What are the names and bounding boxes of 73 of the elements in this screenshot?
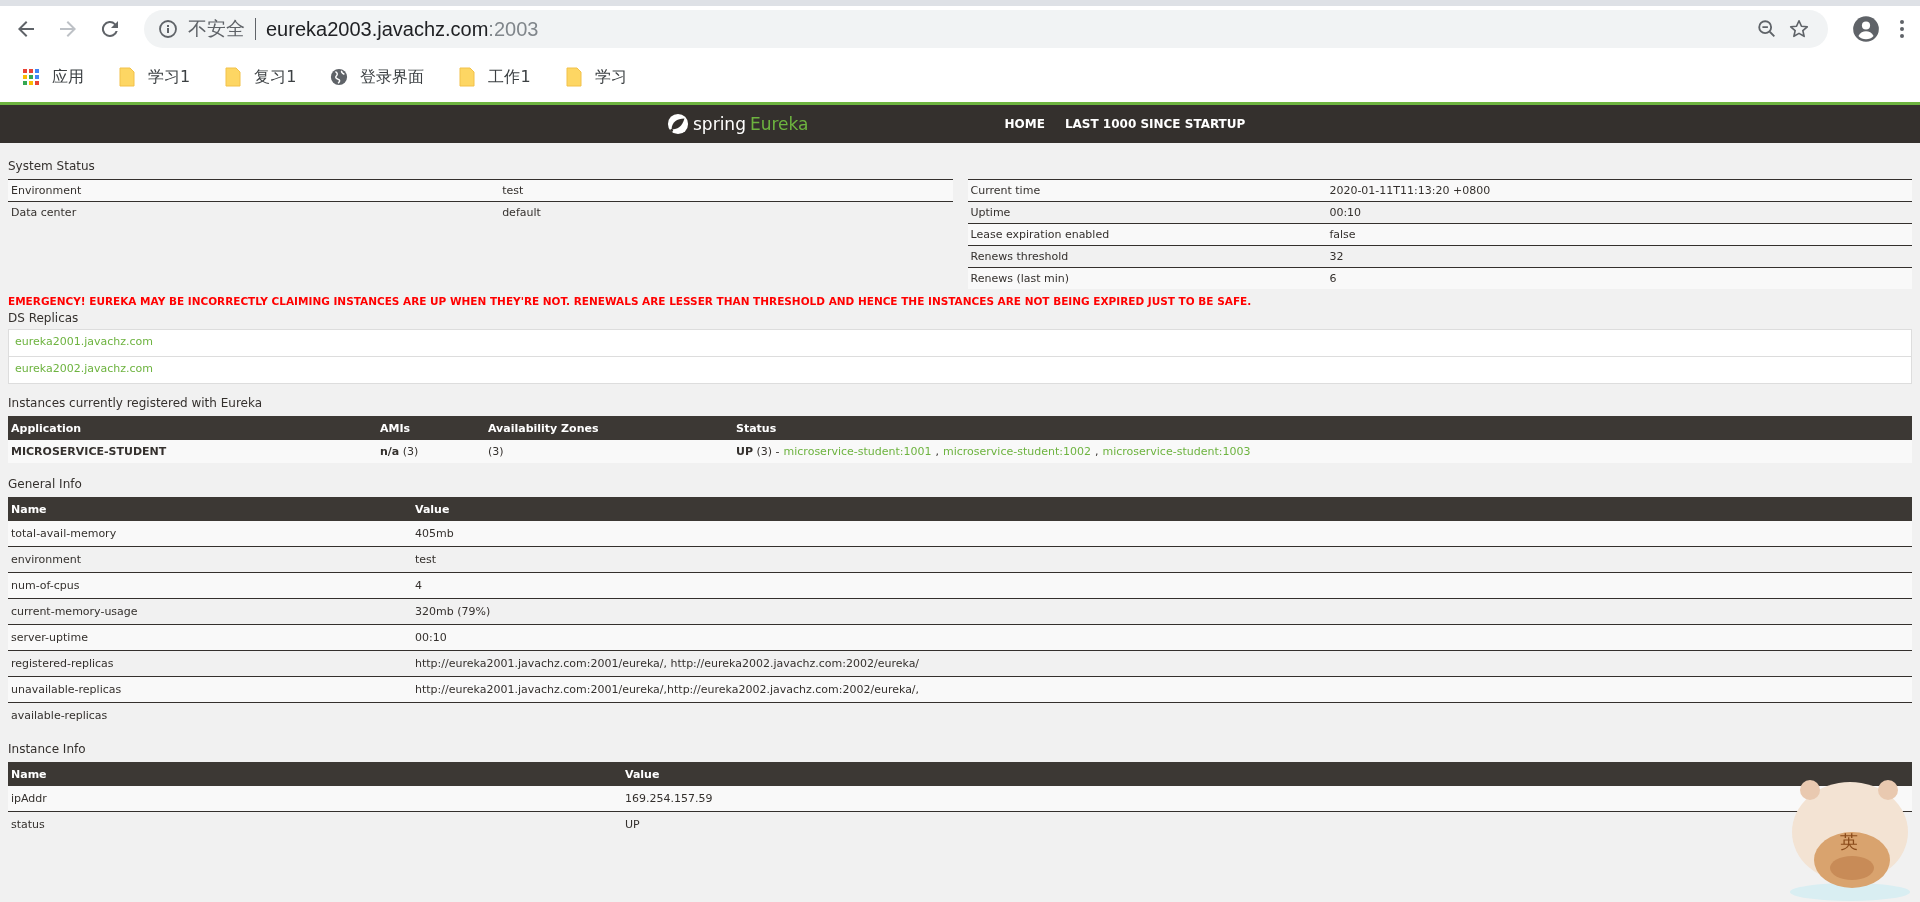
bookmark[interactable]: 复习1: [224, 66, 297, 88]
section-title: Instances currently registered with Eureka: [8, 395, 264, 410]
table-cell: current-memory-usage: [8, 598, 412, 625]
address-bar[interactable]: 不安全 eureka2003.javachz.com:2003: [144, 10, 1828, 48]
table-cell: 2020-01-11T11:13:20 +0800: [1326, 179, 1912, 202]
apps-grid-icon: [22, 67, 40, 87]
zoom-out-icon[interactable]: [1756, 18, 1778, 40]
nav-link[interactable]: LAST 1000 SINCE STARTUP: [1064, 117, 1246, 131]
section-title: Instance Info: [8, 741, 87, 756]
table-cell: num-of-cpus: [8, 572, 412, 599]
table-cell: total-avail-memory: [8, 521, 412, 547]
column-header: Name: [8, 497, 412, 521]
info-icon[interactable]: [158, 19, 178, 39]
status-text: UP (3) -: [736, 445, 780, 458]
section-title: DS Replicas: [8, 311, 80, 325]
globe-icon: [330, 67, 349, 87]
table-cell: registered-replicas: [8, 650, 412, 677]
table-cell: Environment: [8, 179, 500, 202]
table-cell: Lease expiration enabled: [967, 223, 1327, 246]
table-cell: ipAddr: [8, 786, 622, 812]
brand-word: spring: [693, 114, 746, 134]
column-header: Value: [412, 497, 1912, 521]
menu-icon[interactable]: [1898, 17, 1906, 41]
table-cell: 4: [412, 572, 1912, 599]
folder-icon: [564, 67, 583, 87]
table-cell: 320mb (79%): [412, 598, 1912, 625]
table-cell: 32: [1326, 245, 1912, 268]
emergency-warning: EMERGENCY! EUREKA MAY BE INCORRECTLY CLAIMING INSTANCES ARE UP WHEN THEY'RE NOT. RENEWALS ARE LESSER THAN THRESHOLD AND HENCE THE INSTANCES ARE NOT BEING EXPIRED JUST TO BE SAFE.: [8, 295, 1253, 307]
url-text: eureka2003.javachz.com:2003: [266, 17, 539, 41]
table-cell: http://eureka2001.javachz.com:2001/eureka/, http://eureka2002.javachz.com:2002/eureka/: [412, 650, 1912, 677]
column-header: Application: [8, 416, 377, 440]
account-icon[interactable]: [1852, 15, 1880, 43]
separator-text: ,: [935, 445, 939, 458]
bookmark[interactable]: 工作1: [458, 66, 531, 88]
section-title: General Info: [8, 476, 83, 491]
section-title: System Status: [8, 158, 96, 173]
table-cell: 00:10: [412, 624, 1912, 651]
folder-icon: [458, 67, 477, 87]
table-cell: Renews threshold: [967, 245, 1327, 268]
table-cell: test: [412, 546, 1912, 573]
table-cell: 405mb: [412, 521, 1912, 547]
nav-link[interactable]: HOME: [1004, 117, 1045, 131]
table-cell: server-uptime: [8, 624, 412, 651]
bookmark[interactable]: 应用: [22, 66, 84, 88]
star-icon[interactable]: [1788, 18, 1810, 40]
table-cell: 00:10: [1326, 201, 1912, 224]
brand-name: Eureka: [749, 114, 809, 134]
table-cell: 169.254.157.59: [622, 786, 1912, 812]
column-header: Availability Zones: [485, 416, 733, 440]
column-header: Value: [622, 762, 1912, 786]
table-cell: test: [499, 179, 953, 202]
column-header: AMIs: [377, 416, 485, 440]
bookmark[interactable]: 学习1: [118, 66, 191, 88]
table-cell: Current time: [967, 179, 1327, 202]
security-label: 不安全: [188, 16, 245, 41]
table-cell: 6: [1326, 267, 1912, 289]
folder-icon: [224, 67, 243, 87]
table-cell: http://eureka2001.javachz.com:2001/eureka/,http://eureka2002.javachz.com:2002/eureka/,: [412, 676, 1912, 703]
table-cell: (3): [485, 440, 733, 463]
table-cell: n/a (3): [377, 440, 485, 463]
folder-icon: [118, 67, 136, 87]
spring-logo-icon: [667, 113, 689, 135]
column-header: Status: [733, 416, 1912, 440]
table-cell: false: [1326, 223, 1912, 246]
table-cell: environment: [8, 546, 412, 573]
column-header: Name: [8, 762, 622, 786]
table-cell: Renews (last min): [967, 267, 1327, 289]
separator-text: ,: [1094, 445, 1099, 458]
table-cell: Uptime: [967, 201, 1327, 224]
bookmark[interactable]: 学习: [564, 66, 627, 88]
bookmark[interactable]: 登录界面: [330, 66, 425, 88]
table-cell: unavailable-replicas: [8, 676, 412, 703]
table-cell: MICROSERVICE-STUDENT: [8, 440, 377, 463]
